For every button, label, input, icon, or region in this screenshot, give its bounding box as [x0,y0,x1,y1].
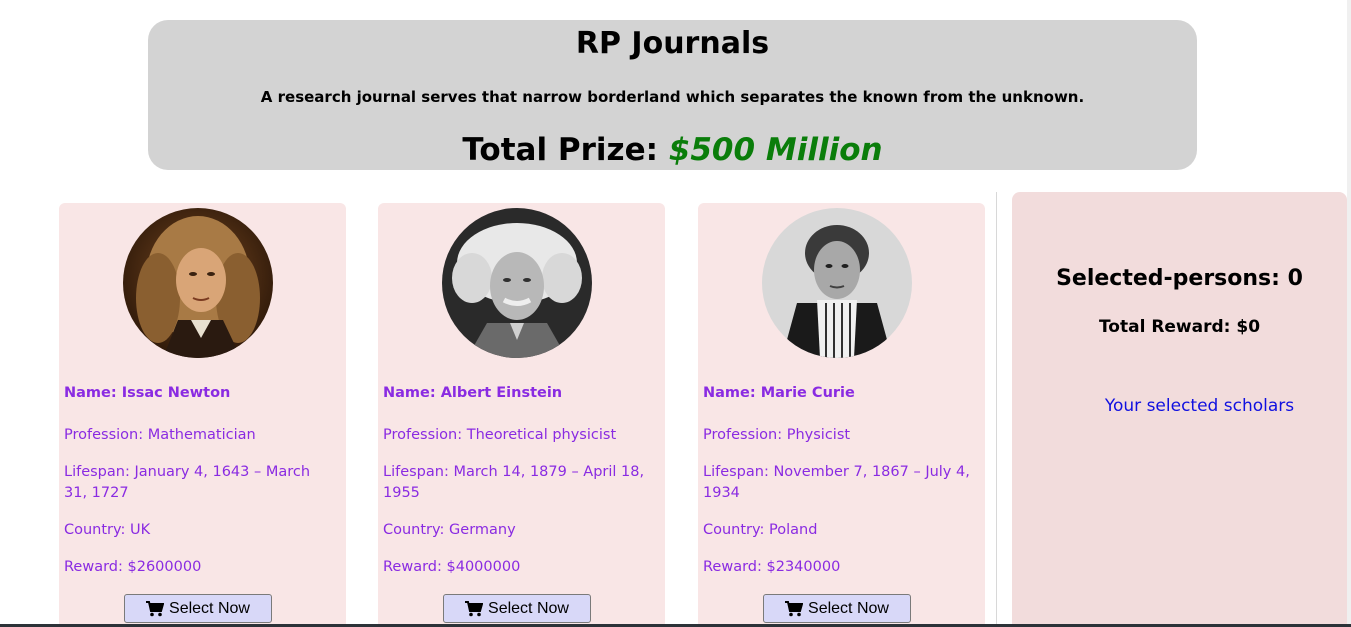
select-now-button-newton[interactable]: Select Now [124,594,272,623]
page-title: RP Journals [575,26,770,61]
select-now-button-einstein[interactable]: Select Now [443,594,591,623]
portrait-newton [123,208,273,358]
selection-panel: Selected-persons: 0 Total Reward: $0 You… [1012,192,1347,627]
scholar-profession: Profession: Theoretical physicist [383,427,617,443]
scholar-info: Name: Issac Newton Profession: Mathemati… [64,383,334,594]
scholar-country: Country: Germany [383,522,516,538]
tagline: A research journal serves that narrow bo… [260,88,1085,106]
total-prize-label: Total Prize: [462,132,669,168]
scholar-reward: Reward: $2340000 [703,559,841,575]
scholar-lifespan: Lifespan: March 14, 1879 – April 18, 195… [383,464,645,501]
scholar-reward: Reward: $2600000 [64,559,202,575]
scholar-info: Name: Albert Einstein Profession: Theore… [383,383,653,594]
total-reward: Total Reward: $0 [1098,317,1261,337]
total-prize: Total Prize: $500 Million [148,132,1197,168]
scholar-card-curie: Name: Marie Curie Profession: Physicist … [698,203,985,627]
scholar-card-newton: Name: Issac Newton Profession: Mathemati… [59,203,346,627]
selected-scholars-heading: Your selected scholars [1104,396,1295,416]
select-now-button-curie[interactable]: Select Now [763,594,911,623]
scholar-reward: Reward: $4000000 [383,559,521,575]
scholar-country: Country: Poland [703,522,818,538]
select-now-label: Select Now [169,599,250,617]
scholar-card-einstein: Name: Albert Einstein Profession: Theore… [378,203,665,627]
select-now-label: Select Now [488,599,569,617]
total-prize-amount: $500 Million [668,132,883,168]
page: RP Journals A research journal serves th… [0,0,1351,627]
scrollbar[interactable] [1347,0,1351,627]
scholar-name: Name: Marie Curie [703,385,855,401]
scholar-lifespan: Lifespan: November 7, 1867 – July 4, 193… [703,464,970,501]
portrait-curie [762,208,912,358]
select-now-label: Select Now [808,599,889,617]
portrait-einstein [442,208,592,358]
scholar-profession: Profession: Mathematician [64,427,256,443]
cart-icon [146,600,165,616]
header-banner: RP Journals A research journal serves th… [148,20,1197,170]
scholar-country: Country: UK [64,522,151,538]
divider [996,192,997,627]
scholar-name: Name: Issac Newton [64,385,231,401]
scholar-profession: Profession: Physicist [703,427,851,443]
cart-icon [785,600,804,616]
selected-persons-count: Selected-persons: 0 [1056,266,1303,291]
scholar-info: Name: Marie Curie Profession: Physicist … [703,383,973,594]
scholar-lifespan: Lifespan: January 4, 1643 – March 31, 17… [64,464,311,501]
scholar-name: Name: Albert Einstein [383,385,563,401]
cart-icon [465,600,484,616]
